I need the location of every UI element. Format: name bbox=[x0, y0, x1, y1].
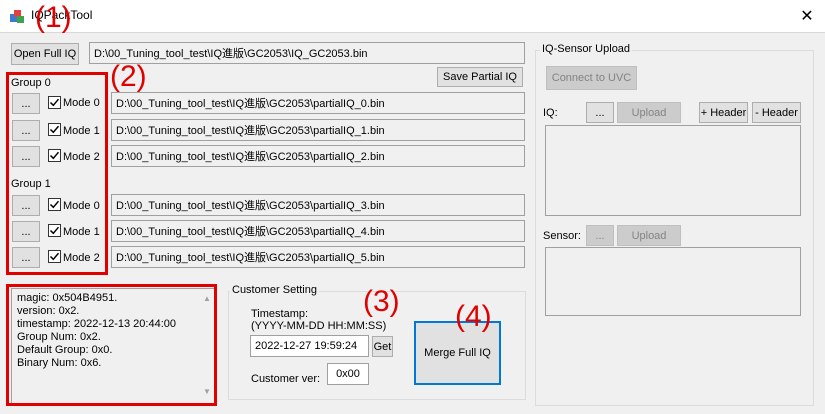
partial-path-field-g1-mode0[interactable]: D:\00_Tuning_tool_test\IQ進版\GC2053\parti… bbox=[111, 194, 525, 216]
customer-ver-label: Customer ver: bbox=[251, 373, 321, 385]
sensor-upload-list[interactable] bbox=[545, 247, 801, 316]
iq-sensor-upload-title: IQ-Sensor Upload bbox=[540, 43, 633, 55]
iq-label: IQ: bbox=[543, 107, 558, 119]
annotation-number-1: (1) bbox=[35, 1, 72, 34]
iq-upload-list[interactable] bbox=[545, 125, 801, 216]
add-header-button[interactable]: + Header bbox=[699, 102, 748, 123]
full-iq-path-field[interactable]: D:\00_Tuning_tool_test\IQ進版\GC2053\IQ_GC… bbox=[89, 42, 525, 64]
close-icon[interactable]: ✕ bbox=[793, 4, 821, 28]
customer-ver-input[interactable]: 0x00 bbox=[327, 363, 369, 385]
timestamp-format-label: (YYYY-MM-DD HH:MM:SS) bbox=[251, 320, 387, 332]
annotation-box-info bbox=[6, 284, 217, 406]
app-icon bbox=[8, 7, 26, 25]
annotation-number-3: (3) bbox=[363, 285, 400, 318]
remove-header-button[interactable]: - Header bbox=[752, 102, 801, 123]
partial-path-field-g0-mode0[interactable]: D:\00_Tuning_tool_test\IQ進版\GC2053\parti… bbox=[111, 92, 525, 114]
get-timestamp-button[interactable]: Get bbox=[372, 336, 393, 357]
partial-path-field-g1-mode1[interactable]: D:\00_Tuning_tool_test\IQ進版\GC2053\parti… bbox=[111, 220, 525, 242]
timestamp-label: Timestamp: bbox=[251, 308, 309, 320]
partial-path-field-g0-mode1[interactable]: D:\00_Tuning_tool_test\IQ進版\GC2053\parti… bbox=[111, 119, 525, 141]
iq-upload-button[interactable]: Upload bbox=[617, 102, 681, 123]
partial-path-field-g1-mode2[interactable]: D:\00_Tuning_tool_test\IQ進版\GC2053\parti… bbox=[111, 246, 525, 268]
sensor-browse-button[interactable]: ... bbox=[586, 225, 614, 246]
save-partial-iq-button[interactable]: Save Partial IQ bbox=[437, 67, 523, 87]
annotation-number-4: (4) bbox=[455, 300, 492, 333]
connect-uvc-button[interactable]: Connect to UVC bbox=[546, 66, 637, 90]
annotation-box-2 bbox=[6, 72, 108, 275]
customer-setting-title: Customer Setting bbox=[230, 284, 319, 296]
annotation-number-2: (2) bbox=[110, 60, 147, 93]
open-full-iq-button[interactable]: Open Full IQ bbox=[11, 43, 79, 65]
sensor-label: Sensor: bbox=[543, 230, 581, 242]
timestamp-input[interactable]: 2022-12-27 19:59:24 bbox=[250, 335, 369, 357]
partial-path-field-g0-mode2[interactable]: D:\00_Tuning_tool_test\IQ進版\GC2053\parti… bbox=[111, 145, 525, 167]
iq-browse-button[interactable]: ... bbox=[586, 102, 614, 123]
sensor-upload-button[interactable]: Upload bbox=[617, 225, 681, 246]
title-bar bbox=[0, 0, 825, 32]
